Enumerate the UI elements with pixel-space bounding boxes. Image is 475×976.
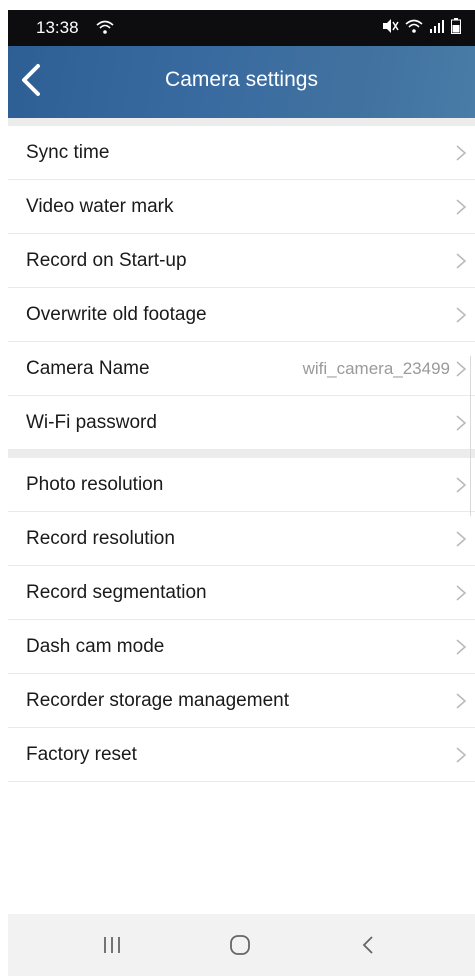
camera-name-value: wifi_camera_23499 (302, 359, 450, 378)
setting-record-segmentation[interactable]: Record segmentation (8, 566, 475, 620)
setting-recorder-storage-management[interactable]: Recorder storage management (8, 674, 475, 728)
chevron-right-icon (456, 253, 467, 269)
setting-label: Photo resolution (26, 474, 164, 495)
chevron-right-icon (456, 361, 467, 377)
setting-label: Video water mark (26, 196, 174, 217)
setting-camera-name[interactable]: Camera Name wifi_camera_23499 (8, 342, 475, 396)
scroll-indicator (470, 356, 475, 516)
setting-label: Record on Start-up (26, 250, 187, 271)
setting-overwrite-old-footage[interactable]: Overwrite old footage (8, 288, 475, 342)
chevron-right-icon (456, 307, 467, 323)
setting-dash-cam-mode[interactable]: Dash cam mode (8, 620, 475, 674)
chevron-right-icon (456, 415, 467, 431)
setting-sync-time[interactable]: Sync time (8, 126, 475, 180)
recent-apps-icon (104, 937, 120, 953)
setting-label: Sync time (26, 142, 110, 163)
back-icon (362, 936, 373, 954)
setting-record-on-startup[interactable]: Record on Start-up (8, 234, 475, 288)
setting-record-resolution[interactable]: Record resolution (8, 512, 475, 566)
setting-label: Record resolution (26, 528, 175, 549)
setting-label: Factory reset (26, 744, 137, 765)
wifi-icon (96, 19, 114, 40)
chevron-right-icon (456, 199, 467, 215)
home-icon (230, 935, 250, 955)
chevron-right-icon (456, 639, 467, 655)
nav-back-button[interactable] (348, 928, 388, 962)
section-divider (8, 450, 475, 458)
chevron-right-icon (456, 477, 467, 493)
home-button[interactable] (220, 928, 260, 962)
setting-label: Record segmentation (26, 582, 207, 603)
setting-label: Overwrite old footage (26, 304, 207, 325)
status-time: 13:38 (36, 18, 79, 37)
setting-label: Dash cam mode (26, 636, 165, 657)
battery-icon (451, 18, 461, 39)
system-nav-bar (8, 914, 475, 976)
setting-wifi-password[interactable]: Wi-Fi password (8, 396, 475, 450)
phone-screen: 13:38 Camera settings Sync time Video wa… (8, 10, 475, 976)
chevron-right-icon (456, 531, 467, 547)
setting-video-water-mark[interactable]: Video water mark (8, 180, 475, 234)
setting-factory-reset[interactable]: Factory reset (8, 728, 475, 782)
page-title: Camera settings (165, 68, 318, 91)
chevron-right-icon (456, 693, 467, 709)
mute-icon (381, 18, 399, 39)
status-icons (381, 18, 461, 39)
setting-photo-resolution[interactable]: Photo resolution (8, 458, 475, 512)
cell-signal-icon (429, 19, 445, 38)
setting-label: Camera Name (26, 358, 150, 379)
section-divider (8, 118, 475, 126)
setting-label: Recorder storage management (26, 690, 289, 711)
chevron-right-icon (456, 747, 467, 763)
status-bar: 13:38 (8, 10, 475, 46)
chevron-right-icon (456, 585, 467, 601)
chevron-right-icon (456, 145, 467, 161)
settings-list: Sync time Video water mark Record on Sta… (8, 118, 475, 782)
setting-label: Wi-Fi password (26, 412, 157, 433)
app-header: Camera settings (8, 46, 475, 118)
recent-apps-button[interactable] (92, 928, 132, 962)
wifi-signal-icon (405, 18, 423, 39)
